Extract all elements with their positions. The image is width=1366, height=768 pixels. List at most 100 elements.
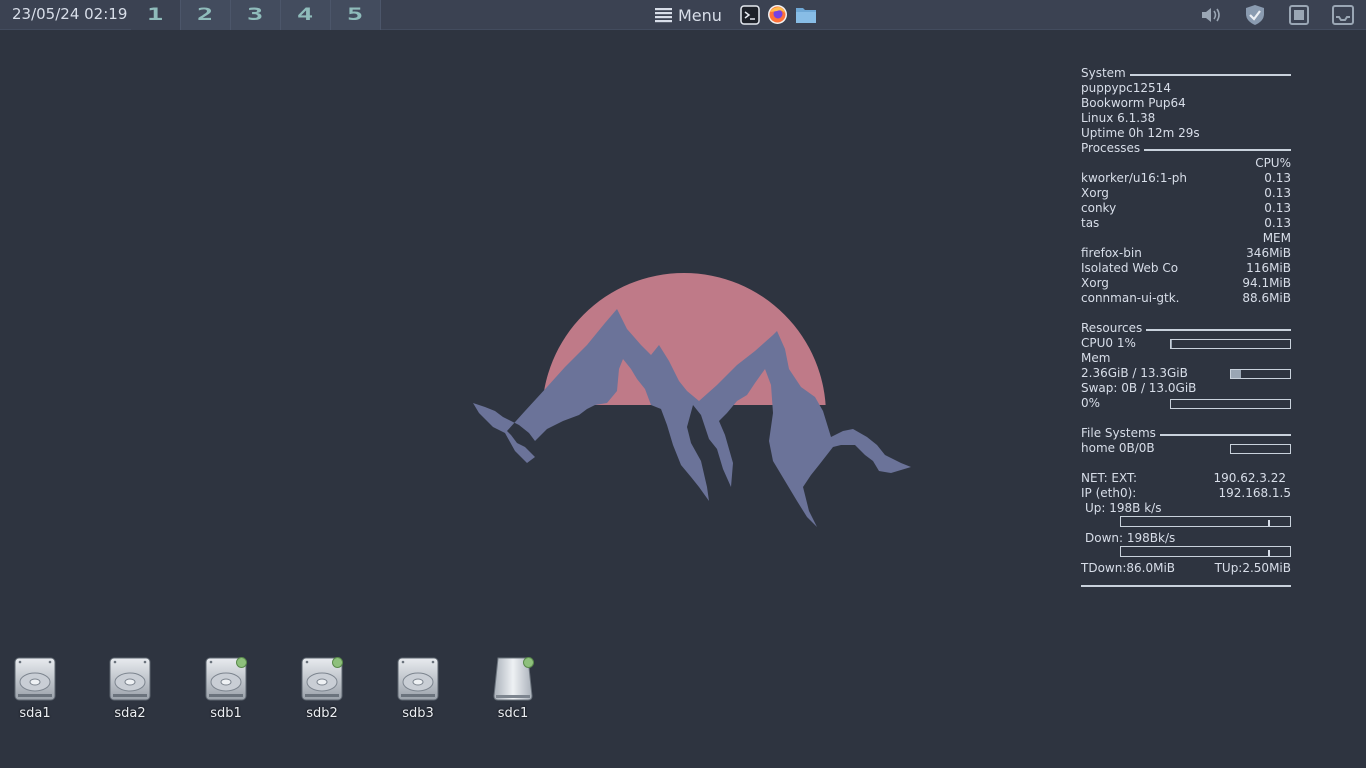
mem-usage-bar (1230, 368, 1291, 379)
home-fs-bar (1230, 443, 1291, 454)
swap-usage-bar (1170, 398, 1291, 409)
cpu-usage-row: CPU0 1% (1081, 336, 1291, 351)
hard-drive-icon (397, 657, 439, 701)
upload-graph (1120, 516, 1291, 527)
network-button[interactable] (1332, 4, 1354, 26)
volume-button[interactable] (1200, 4, 1222, 26)
local-ip-label: IP (eth0): (1081, 486, 1137, 500)
download-speed: Down: 198Bk/s (1085, 531, 1176, 545)
drive-label: sda1 (19, 706, 51, 721)
drive-image (490, 656, 536, 702)
drive-image (107, 656, 153, 702)
ext-ip-value: 190.62.3.22 (1213, 471, 1286, 485)
process-name: Xorg (1081, 276, 1109, 290)
swap-usage-row: 0% (1081, 396, 1291, 411)
drive-image (12, 656, 58, 702)
mem-column-header: MEM (1262, 231, 1291, 245)
firefox-launcher[interactable] (767, 4, 788, 25)
folder-icon (796, 7, 816, 23)
mounted-indicator-icon (236, 657, 247, 668)
divider (1144, 148, 1291, 151)
processes-header-label: Processes (1081, 141, 1141, 155)
bar-fill (1231, 369, 1242, 378)
drive-sdc1[interactable]: sdc1 (478, 656, 548, 721)
process-value: 0.13 (1264, 171, 1291, 185)
workspace-4-button[interactable]: 4 (281, 0, 331, 30)
terminal-icon (739, 4, 760, 25)
drive-sda1[interactable]: sda1 (0, 656, 70, 721)
hard-drive-icon (109, 657, 151, 701)
bar-fill (1171, 339, 1173, 348)
drive-sda2[interactable]: sda2 (95, 656, 165, 721)
firefox-icon (768, 5, 787, 24)
traffic-totals-row: TDown:86.0MiB TUp:2.50MiB (1081, 561, 1291, 576)
top-panel: 23/05/24 02:19 1 2 3 4 5 Menu (0, 0, 1366, 30)
process-value: 116MiB (1246, 261, 1291, 275)
external-ip-row: NET: EXT: 190.62.3.22 (1081, 471, 1291, 486)
processes-section-header: Processes (1081, 141, 1291, 156)
download-graph (1120, 546, 1291, 557)
drive-label: sda2 (114, 706, 146, 721)
window-icon (1289, 5, 1309, 25)
workspace-label: 1 (147, 5, 164, 25)
distro: Bookworm Pup64 (1081, 96, 1186, 110)
workspace-label: 3 (247, 5, 264, 25)
shield-icon (1246, 5, 1264, 25)
uptime: Uptime 0h 12m 29s (1081, 126, 1200, 140)
drive-label: sdc1 (497, 706, 529, 721)
drive-image (395, 656, 441, 702)
swap-percent: 0% (1081, 396, 1101, 410)
cpu-usage-label: CPU0 1% (1081, 336, 1136, 350)
menu-button[interactable]: Menu (655, 4, 722, 26)
system-header-label: System (1081, 66, 1126, 80)
menu-label: Menu (678, 5, 722, 25)
upload-speed: Up: 198B k/s (1085, 501, 1162, 515)
process-row: Xorg 94.1MiB (1081, 276, 1291, 291)
process-value: 0.13 (1264, 216, 1291, 230)
process-name: tas (1081, 216, 1100, 230)
mounted-indicator-icon (523, 657, 534, 668)
drive-sdb1[interactable]: sdb1 (191, 656, 261, 721)
workspace-1-button[interactable]: 1 (131, 0, 181, 30)
drive-image (203, 656, 249, 702)
mem-usage-row: 2.36GiB / 13.3GiB (1081, 366, 1291, 381)
system-tray (1200, 4, 1354, 26)
workspace-label: 4 (297, 5, 314, 25)
total-up: TUp:2.50MiB (1214, 561, 1291, 575)
conky-monitor: System puppypc12514 Bookworm Pup64 Linux… (1081, 66, 1291, 587)
workspace-3-button[interactable]: 3 (231, 0, 281, 30)
cpu-usage-bar (1170, 338, 1291, 349)
resources-header-label: Resources (1081, 321, 1143, 335)
workspace-5-button[interactable]: 5 (331, 0, 381, 30)
process-value: 0.13 (1264, 186, 1291, 200)
drive-label: sdb2 (306, 706, 338, 721)
terminal-launcher[interactable] (739, 4, 760, 25)
process-row: Isolated Web Co 116MiB (1081, 261, 1291, 276)
hostname: puppypc12514 (1081, 81, 1171, 95)
workspace-switcher: 1 2 3 4 5 (131, 0, 381, 30)
process-value: 88.6MiB (1242, 291, 1291, 305)
graph-spike (1268, 550, 1270, 556)
divider (1146, 328, 1291, 331)
drive-sdb3[interactable]: sdb3 (383, 656, 453, 721)
workspace-2-button[interactable]: 2 (181, 0, 231, 30)
home-fs-row: home 0B/0B (1081, 441, 1291, 456)
drive-label: sdb3 (402, 706, 434, 721)
quick-launch (739, 4, 816, 25)
clock[interactable]: 23/05/24 02:19 (12, 5, 127, 23)
drive-sdb2[interactable]: sdb2 (287, 656, 357, 721)
divider (1159, 433, 1291, 436)
file-manager-launcher[interactable] (795, 4, 816, 25)
process-row: conky 0.13 (1081, 201, 1291, 216)
swap-label: Swap: 0B / 13.0GiB (1081, 381, 1197, 395)
local-ip-value: 192.168.1.5 (1218, 486, 1291, 500)
firewall-button[interactable] (1244, 4, 1266, 26)
graph-spike (1268, 520, 1270, 526)
cpu-column-header: CPU% (1255, 156, 1291, 170)
ext-ip-label: NET: EXT: (1081, 471, 1138, 485)
process-name: firefox-bin (1081, 246, 1142, 260)
mounted-indicator-icon (332, 657, 343, 668)
process-row: kworker/u16:1-ph 0.13 (1081, 171, 1291, 186)
mem-label: Mem (1081, 351, 1111, 365)
window-button[interactable] (1288, 4, 1310, 26)
